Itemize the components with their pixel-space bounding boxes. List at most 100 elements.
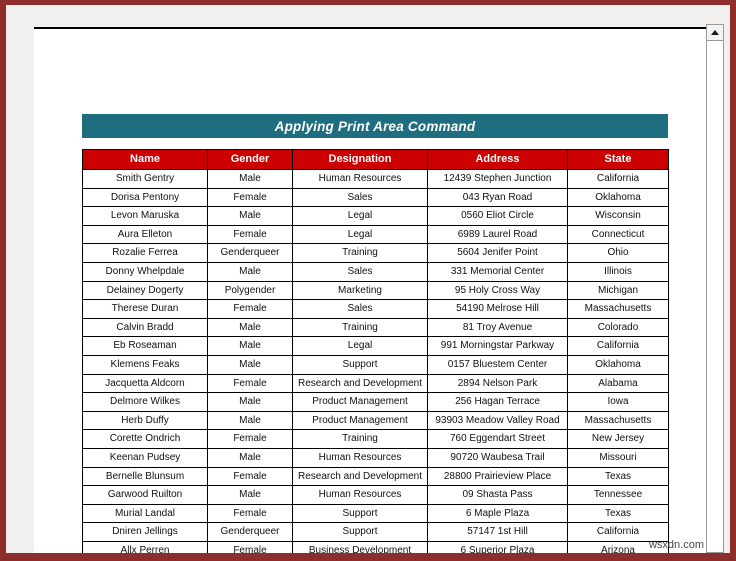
triangle-up-icon [711, 30, 719, 35]
cell-address: 6 Superior Plaza [427, 540, 568, 553]
cell-designation: Training [292, 429, 428, 449]
cell-gender: Genderqueer [207, 522, 293, 542]
cell-address: 991 Morningstar Parkway [427, 336, 568, 356]
cell-name: Eb Roseaman [82, 336, 208, 356]
table-row: Garwood Ruilton Male Human Resources 09 Sha… [82, 485, 669, 505]
cell-designation: Legal [292, 224, 428, 245]
cell-state: California [567, 169, 669, 189]
cell-gender: Male [207, 169, 293, 189]
cell-name: Rozalie Ferrea [82, 243, 208, 263]
cell-designation: Support [292, 354, 428, 375]
cell-gender: Male [207, 392, 293, 412]
table-row: Rozalie Ferrea Genderqueer Training 5604 Je… [82, 243, 669, 263]
vertical-scrollbar[interactable] [706, 24, 724, 553]
table-row: Smith Gentry Male Human Resources 12439 Ste… [82, 169, 669, 189]
cell-name: Aura Elleton [82, 224, 208, 245]
cell-state: California [567, 336, 669, 356]
document-title-banner: Applying Print Area Command [82, 114, 668, 138]
cell-gender: Female [207, 503, 293, 524]
cell-gender: Female [207, 466, 293, 487]
cell-state: New Jersey [567, 429, 669, 449]
document-title-text: Applying Print Area Command [274, 118, 476, 134]
cell-name: Jacquetta Aldcorn [82, 373, 208, 394]
cell-name: Dorisa Pentony [82, 187, 208, 208]
cell-address: 6 Maple Plaza [427, 503, 568, 524]
cell-name: Klemens Feaks [82, 354, 208, 375]
cell-gender: Female [207, 224, 293, 245]
cell-address: 12439 Stephen Junction [427, 169, 568, 189]
cell-name: Herb Duffy [82, 410, 208, 431]
cell-address: 81 Troy Avenue [427, 317, 568, 338]
cell-designation: Sales [292, 299, 428, 319]
cell-gender: Male [207, 336, 293, 356]
cell-designation: Legal [292, 336, 428, 356]
table-row: Eb Roseaman Male Legal 991 Morningstar Park… [82, 336, 669, 356]
cell-address: 93903 Meadow Valley Road [427, 410, 568, 431]
table-row: Allx Perren Female Business Development 6 S… [82, 540, 669, 553]
cell-name: Garwood Ruilton [82, 485, 208, 505]
cell-gender: Female [207, 373, 293, 394]
scrollbar-track[interactable] [707, 41, 723, 552]
table-row: Keenan Pudsey Male Human Resources 90720 Wa… [82, 447, 669, 468]
cell-designation: Training [292, 317, 428, 338]
cell-address: 043 Ryan Road [427, 187, 568, 208]
cell-name: Calvin Bradd [82, 317, 208, 338]
cell-state: Texas [567, 466, 669, 487]
cell-name: Murial Landal [82, 503, 208, 524]
table-row: Corette Ondrich Female Training 760 Eggenda… [82, 429, 669, 449]
cell-name: Delainey Dogerty [82, 280, 208, 301]
cell-state: Massachusetts [567, 410, 669, 431]
cell-name: Levon Maruska [82, 206, 208, 226]
cell-designation: Training [292, 243, 428, 263]
cell-state: Massachusetts [567, 299, 669, 319]
cell-state: Missouri [567, 447, 669, 468]
cell-designation: Human Resources [292, 169, 428, 189]
cell-designation: Product Management [292, 410, 428, 431]
cell-designation: Research and Development [292, 466, 428, 487]
cell-gender: Male [207, 261, 293, 282]
table-row: Calvin Bradd Male Training 81 Troy Avenue Co… [82, 317, 669, 338]
cell-state: Iowa [567, 392, 669, 412]
cell-designation: Human Resources [292, 447, 428, 468]
scroll-up-button[interactable] [707, 25, 723, 41]
cell-address: 0560 Eliot Circle [427, 206, 568, 226]
table-row: Herb Duffy Male Product Management 93903 Me… [82, 410, 669, 431]
cell-state: Colorado [567, 317, 669, 338]
cell-address: 90720 Waubesa Trail [427, 447, 568, 468]
table-row: Delainey Dogerty Polygender Marketing 95 Ho… [82, 280, 669, 301]
application-window: Applying Print Area Command Name Gender … [0, 0, 736, 561]
table-row: Klemens Feaks Male Support 0157 Bluestem Ce… [82, 354, 669, 375]
table-row: Delmore Wilkes Male Product Management 256 … [82, 392, 669, 412]
cell-gender: Male [207, 317, 293, 338]
cell-address: 2894 Nelson Park [427, 373, 568, 394]
cell-gender: Female [207, 429, 293, 449]
cell-name: Donny Whelpdale [82, 261, 208, 282]
cell-designation: Business Development [292, 540, 428, 553]
cell-name: Allx Perren [82, 540, 208, 553]
cell-designation: Marketing [292, 280, 428, 301]
cell-address: 95 Holy Cross Way [427, 280, 568, 301]
cell-address: 28800 Prairieview Place [427, 466, 568, 487]
cell-designation: Sales [292, 261, 428, 282]
column-header-state: State [567, 149, 669, 170]
column-header-address: Address [427, 149, 568, 170]
cell-gender: Male [207, 485, 293, 505]
table-row: Aura Elleton Female Legal 6989 Laurel Road C… [82, 224, 669, 245]
watermark: wsxdn.com [648, 539, 704, 551]
cell-gender: Female [207, 540, 293, 553]
cell-designation: Product Management [292, 392, 428, 412]
cell-designation: Human Resources [292, 485, 428, 505]
cell-gender: Genderqueer [207, 243, 293, 263]
cell-state: Alabama [567, 373, 669, 394]
cell-address: 54190 Melrose Hill [427, 299, 568, 319]
cell-gender: Male [207, 206, 293, 226]
cell-address: 5604 Jenifer Point [427, 243, 568, 263]
table-row: Donny Whelpdale Male Sales 331 Memorial Cen… [82, 261, 669, 282]
cell-gender: Polygender [207, 280, 293, 301]
table-row: Levon Maruska Male Legal 0560 Eliot Circle W… [82, 206, 669, 226]
cell-state: Michigan [567, 280, 669, 301]
employee-data-table: Name Gender Designation Address State Sm… [82, 149, 669, 553]
cell-address: 6989 Laurel Road [427, 224, 568, 245]
cell-state: Oklahoma [567, 354, 669, 375]
table-row: Dniren Jellings Genderqueer Support 57147 1… [82, 522, 669, 542]
